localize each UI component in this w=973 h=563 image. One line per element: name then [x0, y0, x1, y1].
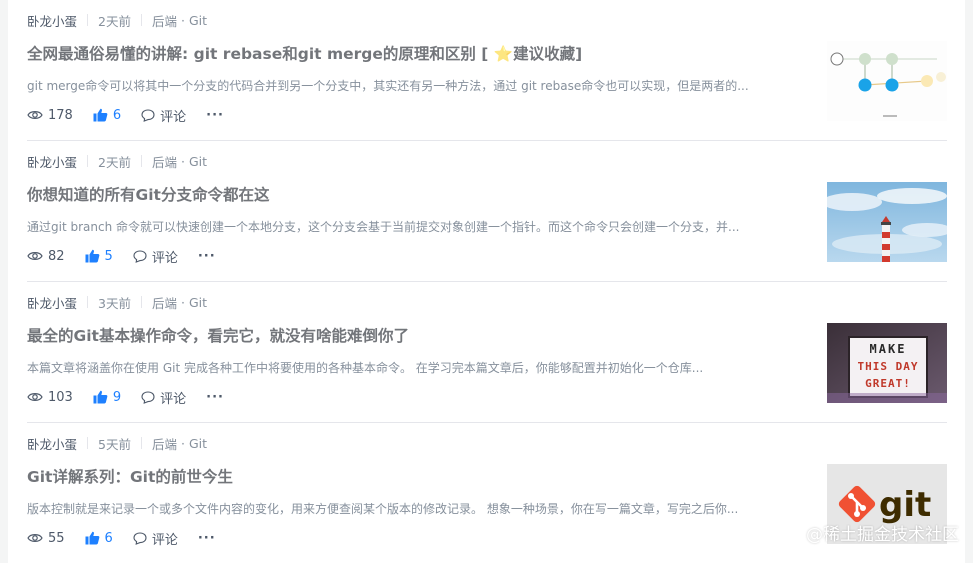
tag-dot: · [180, 153, 185, 169]
comment-icon [133, 249, 147, 263]
like-count-value: 9 [112, 389, 122, 405]
topic-tag[interactable]: Git [189, 295, 207, 310]
comment-label: 评论 [151, 250, 178, 266]
article-title[interactable]: 你想知道的所有Git分支命令都在这 [27, 183, 807, 205]
thumbs-up-icon [85, 531, 99, 545]
article-thumbnail[interactable] [827, 41, 947, 121]
article-meta: 卧龙小蛋 2天前 后端 · Git [27, 152, 207, 171]
lighthouse-photo-icon [827, 182, 947, 262]
topic-tag[interactable]: Git [189, 436, 207, 451]
site-watermark: @稀土掘金技术社区 [806, 525, 959, 545]
topic-tag[interactable]: Git [189, 154, 207, 169]
thumbs-up-icon [85, 249, 99, 263]
view-count-value: 82 [48, 248, 65, 264]
article-feed: 卧龙小蛋 2天前 后端 · Git 全网最通俗易懂的讲解: git rebase… [8, 0, 965, 563]
view-count-value: 103 [48, 389, 73, 405]
publish-time: 3天前 [98, 295, 131, 311]
article-entry[interactable]: 卧龙小蛋 2天前 后端 · Git 你想知道的所有Git分支命令都在这 通过gi… [27, 141, 947, 282]
author-name[interactable]: 卧龙小蛋 [27, 11, 77, 30]
lightbox-sign-photo-icon: MAKE THIS DAY GREAT! [827, 323, 947, 403]
view-count-value: 55 [48, 530, 65, 546]
comment-button[interactable]: 评论 [141, 106, 186, 125]
article-title[interactable]: 最全的Git基本操作命令，看完它，就没有啥能难倒你了 [27, 324, 807, 346]
sign-line-3: GREAT! [865, 377, 911, 390]
category-tag[interactable]: 后端 [152, 293, 177, 312]
meta-divider [87, 14, 89, 26]
comment-label: 评论 [160, 391, 187, 407]
sign-line-1: MAKE [870, 342, 907, 356]
meta-divider [140, 155, 142, 167]
git-wordmark: git [879, 485, 931, 525]
comment-button[interactable]: 评论 [133, 247, 178, 266]
author-name[interactable]: 卧龙小蛋 [27, 293, 77, 312]
article-meta: 卧龙小蛋 3天前 后端 · Git [27, 293, 207, 312]
comment-icon [141, 108, 155, 122]
comment-label: 评论 [151, 532, 178, 548]
view-count: 55 [27, 531, 65, 546]
sign-line-2: THIS DAY [858, 360, 919, 373]
more-button[interactable]: ··· [198, 249, 216, 264]
view-count-value: 178 [48, 107, 73, 123]
publish-time: 2天前 [98, 13, 131, 29]
topic-tag[interactable]: Git [189, 13, 207, 28]
like-count-value: 6 [104, 530, 113, 546]
thumbs-up-icon [93, 108, 108, 122]
view-count: 103 [27, 390, 73, 405]
more-button[interactable]: ··· [206, 390, 224, 405]
meta-divider [140, 437, 142, 449]
category-tag[interactable]: 后端 [152, 11, 177, 30]
comment-label: 评论 [160, 109, 187, 125]
article-thumbnail[interactable] [827, 182, 947, 262]
meta-divider [140, 14, 142, 26]
like-count-value: 5 [104, 248, 113, 264]
like-button[interactable]: 6 [85, 531, 113, 546]
thumbs-up-icon [93, 390, 108, 404]
meta-divider [140, 296, 142, 308]
article-abstract[interactable]: 通过git branch 命令就可以快速创建一个本地分支，这个分支会基于当前提交… [27, 218, 797, 235]
comment-button[interactable]: 评论 [133, 529, 178, 548]
eye-icon [27, 111, 43, 119]
like-button[interactable]: 5 [85, 249, 113, 264]
article-abstract[interactable]: 版本控制就是来记录一个或多个文件内容的变化，用来方便查阅某个版本的修改记录。 想… [27, 500, 797, 517]
meta-divider [87, 437, 89, 449]
article-abstract[interactable]: 本篇文章将涵盖你在使用 Git 完成各种工作中将要使用的各种基本命令。 在学习完… [27, 359, 797, 376]
article-actions: 55 6 评论 ··· [27, 529, 236, 548]
article-title[interactable]: Git详解系列：Git的前世今生 [27, 465, 807, 487]
tag-dot: · [180, 294, 185, 310]
eye-icon [27, 534, 43, 542]
meta-divider [87, 296, 89, 308]
category-tag[interactable]: 后端 [152, 434, 177, 453]
category-tag[interactable]: 后端 [152, 152, 177, 171]
author-name[interactable]: 卧龙小蛋 [27, 152, 77, 171]
meta-divider [87, 155, 89, 167]
like-count-value: 6 [112, 107, 122, 123]
article-actions: 178 6 评论 ··· [27, 106, 244, 125]
article-thumbnail[interactable]: MAKE THIS DAY GREAT! [827, 323, 947, 403]
view-count: 82 [27, 249, 65, 264]
article-meta: 卧龙小蛋 5天前 后端 · Git [27, 434, 207, 453]
tag-dot: · [180, 12, 185, 28]
git-merge-diagram-icon [827, 41, 947, 121]
article-meta: 卧龙小蛋 2天前 后端 · Git [27, 11, 207, 30]
more-button[interactable]: ··· [198, 531, 216, 546]
comment-icon [133, 531, 147, 545]
article-entry[interactable]: 卧龙小蛋 2天前 后端 · Git 全网最通俗易懂的讲解: git rebase… [27, 0, 947, 141]
article-actions: 82 5 评论 ··· [27, 247, 236, 266]
view-count: 178 [27, 108, 73, 123]
publish-time: 5天前 [98, 436, 131, 452]
like-button[interactable]: 6 [93, 108, 121, 123]
author-name[interactable]: 卧龙小蛋 [27, 434, 77, 453]
more-button[interactable]: ··· [206, 108, 224, 123]
article-entry[interactable]: 卧龙小蛋 3天前 后端 · Git 最全的Git基本操作命令，看完它，就没有啥能… [27, 282, 947, 423]
like-button[interactable]: 9 [93, 390, 121, 405]
article-title[interactable]: 全网最通俗易懂的讲解: git rebase和git merge的原理和区别 [… [27, 42, 807, 64]
comment-icon [141, 390, 155, 404]
comment-button[interactable]: 评论 [141, 388, 186, 407]
eye-icon [27, 393, 43, 401]
tag-dot: · [180, 435, 185, 451]
publish-time: 2天前 [98, 154, 131, 170]
eye-icon [27, 252, 43, 260]
article-actions: 103 9 评论 ··· [27, 388, 244, 407]
article-abstract[interactable]: git merge命令可以将其中一个分支的代码合并到另一个分支中，其实还有另一种… [27, 77, 797, 94]
